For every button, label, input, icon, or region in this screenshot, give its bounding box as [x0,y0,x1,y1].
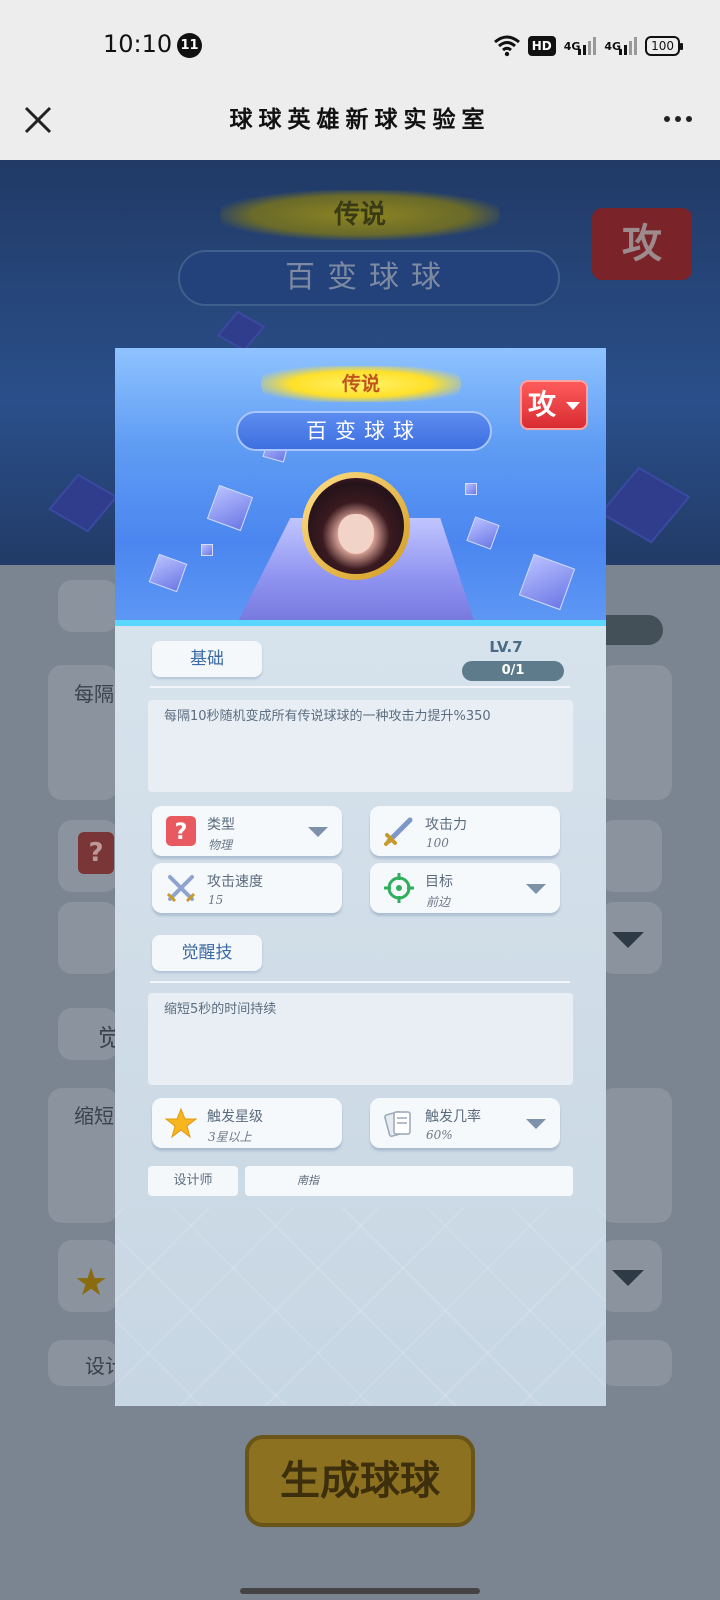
showcase-edge [115,620,606,626]
hero-showcase: 传说 百变球球 攻 [115,348,606,626]
avatar-image [308,478,404,574]
tab-basic[interactable]: 基础 [152,641,262,677]
trigger-chance-card[interactable]: 触发几率 60% [370,1098,560,1148]
generate-ball-button: 生成球球 [245,1435,475,1527]
background-speed-card [58,902,118,974]
background-tab [58,580,118,632]
designer-field[interactable]: 南指 [245,1166,573,1196]
background-attack-card [600,820,662,892]
background-question-icon: ? [78,832,114,874]
trigger-star-card: 触发星级 3星以上 [152,1098,342,1148]
level-label: LV.7 [489,638,523,656]
attack-label: 攻击力 [425,817,467,833]
type-label: 类型 [207,817,235,833]
target-icon [384,873,414,903]
hd-voice-icon: HD [527,36,556,56]
battery-icon: 100 [645,36,683,56]
trigger-chance-label: 触发几率 [425,1109,481,1125]
more-options-icon[interactable] [664,116,692,122]
background-attack-type: 攻 [592,208,692,280]
svg-text:?: ? [175,820,188,845]
chevron-down-icon [566,402,580,410]
background-skill-text: 缩短 [74,1104,114,1128]
attack-speed-card: 攻击速度 15 [152,863,342,913]
question-mark-icon: ? [166,816,196,846]
basic-description: 每隔10秒随机变成所有传说球球的一种攻击力提升%350 [148,700,573,792]
background-star-icon: ★ [74,1260,109,1304]
designer-label: 设计师 [148,1166,238,1196]
floating-cube [201,544,213,556]
floating-cube [465,483,477,495]
target-label: 目标 [425,874,453,890]
signal-icon: 4G [564,36,597,55]
chevron-down-icon [526,1119,546,1129]
floating-cube [206,484,254,532]
star-icon [165,1107,197,1139]
attack-type-label: 攻 [528,388,557,421]
level-progress-bar: 0/1 [462,661,564,681]
floating-cube [466,516,500,550]
attack-type-dropdown[interactable]: 攻 [520,380,588,430]
sword-icon [384,817,413,846]
background-dropdown-icon [612,932,644,948]
attack-speed-value: 15 [208,893,224,907]
target-card[interactable]: 目标 前边 [370,863,560,913]
page-title: 球球英雄新球实验室 [229,106,491,133]
trigger-star-value: 3星以上 [208,1130,252,1144]
type-card[interactable]: ? 类型 物理 [152,806,342,856]
wifi-icon [493,35,520,57]
home-indicator[interactable] [240,1588,480,1594]
target-value: 前边 [426,895,451,909]
status-bar: 10:10 11 HD 4G 4G 100 [0,0,720,90]
cards-icon [384,1111,411,1137]
attack-card: 攻击力 100 [370,806,560,856]
background-desc-panel-right [600,665,672,800]
awaken-description: 缩短5秒的时间持续 [148,993,573,1085]
floating-cube [148,553,188,593]
trigger-chance-value: 60% [426,1128,453,1142]
nav-bar: 球球英雄新球实验室 [0,90,720,160]
attack-speed-label: 攻击速度 [207,874,263,890]
background-desc-text: 每隔 [74,682,114,706]
status-time: 10:10 [103,30,173,58]
chevron-down-icon [526,884,546,894]
rarity-banner: 传说 [261,366,461,402]
divider [150,981,570,983]
background-rarity-banner: 传说 [220,190,500,240]
hero-avatar[interactable] [302,472,410,580]
tab-awaken[interactable]: 觉醒技 [152,935,262,971]
background-pattern [115,1208,606,1406]
background-designer-panel-right [600,1340,672,1386]
type-value: 物理 [208,838,233,852]
ball-detail-modal: 传说 百变球球 攻 基础 LV.7 0/1 每隔10秒随机变成所有传说球球的一种… [115,348,606,1406]
floating-cube [518,553,576,611]
ball-name: 百变球球 [236,411,492,451]
chevron-down-icon [308,827,328,837]
notification-badge: 11 [177,33,202,58]
background-ball-name: 百变球球 [178,250,560,306]
attack-value: 100 [426,836,449,850]
divider [150,686,570,688]
background-skill-panel-right [600,1088,672,1223]
crossed-swords-icon [166,875,196,903]
status-icons: HD 4G 4G 100 [493,32,683,60]
trigger-star-label: 触发星级 [207,1109,263,1125]
background-dropdown-icon-2 [612,1270,644,1286]
signal-icon-2: 4G [604,36,638,55]
